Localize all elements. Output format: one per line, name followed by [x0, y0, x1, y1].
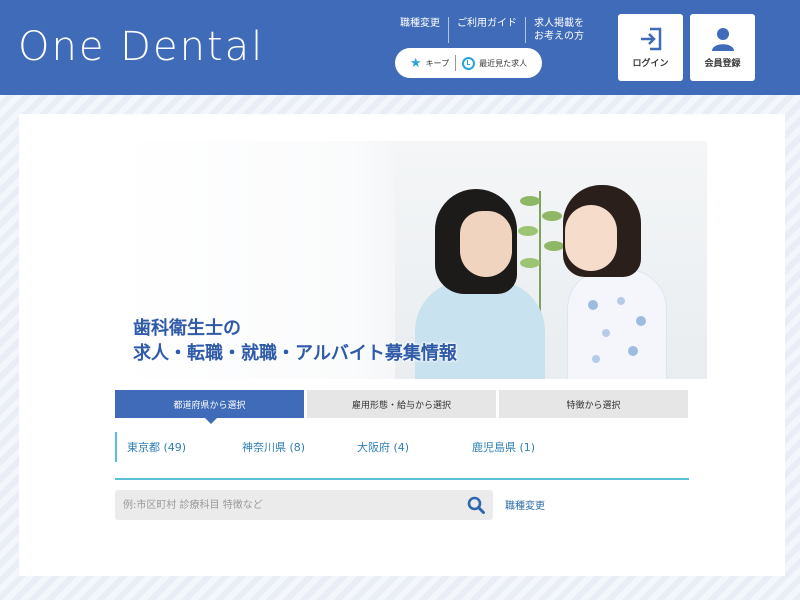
- keep-recent-pill: ★ キープ 最近見た求人: [395, 48, 542, 78]
- login-button[interactable]: ログイン: [618, 14, 683, 81]
- job-change-button[interactable]: 職種変更: [505, 497, 545, 512]
- star-icon: ★: [409, 55, 422, 71]
- tab-prefecture[interactable]: 都道府県から選択: [115, 390, 304, 424]
- user-icon: [711, 28, 734, 51]
- top-links: 職種変更 ご利用ガイド 求人掲載を お考えの方: [392, 17, 592, 43]
- keep-button[interactable]: ★ キープ: [404, 56, 455, 71]
- child-face: [565, 205, 617, 271]
- prefecture-osaka[interactable]: 大阪府 (4): [347, 439, 462, 455]
- tab-features[interactable]: 特徴から選択: [499, 390, 688, 418]
- prefecture-list: 東京都 (49) 神奈川県 (8) 大阪府 (4) 鹿児島県 (1): [115, 432, 690, 462]
- floral-pattern: [588, 297, 646, 363]
- hero-title-line2: 求人・転職・就職・アルバイト募集情報: [133, 343, 457, 364]
- prefecture-kagoshima[interactable]: 鹿児島県 (1): [462, 439, 577, 455]
- site-header: One Dental 職種変更 ご利用ガイド 求人掲載を お考えの方 ★ キープ…: [0, 0, 800, 95]
- job-change-link[interactable]: 職種変更: [392, 17, 448, 43]
- hero-banner: 歯科衛生士の 求人・転職・就職・アルバイト募集情報: [115, 141, 707, 379]
- register-button[interactable]: 会員登録: [690, 14, 755, 81]
- search-icon[interactable]: [467, 496, 485, 514]
- clock-icon: [462, 56, 476, 70]
- tab-employment-salary[interactable]: 雇用形態・給与から選択: [307, 390, 496, 418]
- recent-jobs-button[interactable]: 最近見た求人: [456, 56, 533, 70]
- for-employers-link[interactable]: 求人掲載を お考えの方: [525, 17, 592, 43]
- hero-title: 歯科衛生士の 求人・転職・就職・アルバイト募集情報: [133, 316, 457, 366]
- prefecture-tokyo[interactable]: 東京都 (49): [117, 439, 232, 455]
- prefecture-kanagawa[interactable]: 神奈川県 (8): [232, 439, 347, 455]
- search-box: [115, 490, 493, 520]
- hero-title-line1: 歯科衛生士の: [133, 318, 241, 339]
- search-input[interactable]: [115, 490, 455, 520]
- login-icon: [640, 27, 661, 51]
- keep-label: キープ: [425, 58, 450, 68]
- hygienist-face: [460, 211, 512, 277]
- register-label: 会員登録: [704, 59, 741, 69]
- site-logo[interactable]: One Dental: [18, 24, 264, 70]
- main-card: 歯科衛生士の 求人・転職・就職・アルバイト募集情報 都道府県から選択 雇用形態・…: [19, 114, 785, 576]
- divider-line: [115, 478, 689, 480]
- login-label: ログイン: [632, 59, 669, 69]
- guide-link[interactable]: ご利用ガイド: [448, 17, 525, 43]
- recent-label: 最近見た求人: [479, 58, 528, 68]
- search-tabs: 都道府県から選択 雇用形態・給与から選択 特徴から選択: [115, 390, 688, 424]
